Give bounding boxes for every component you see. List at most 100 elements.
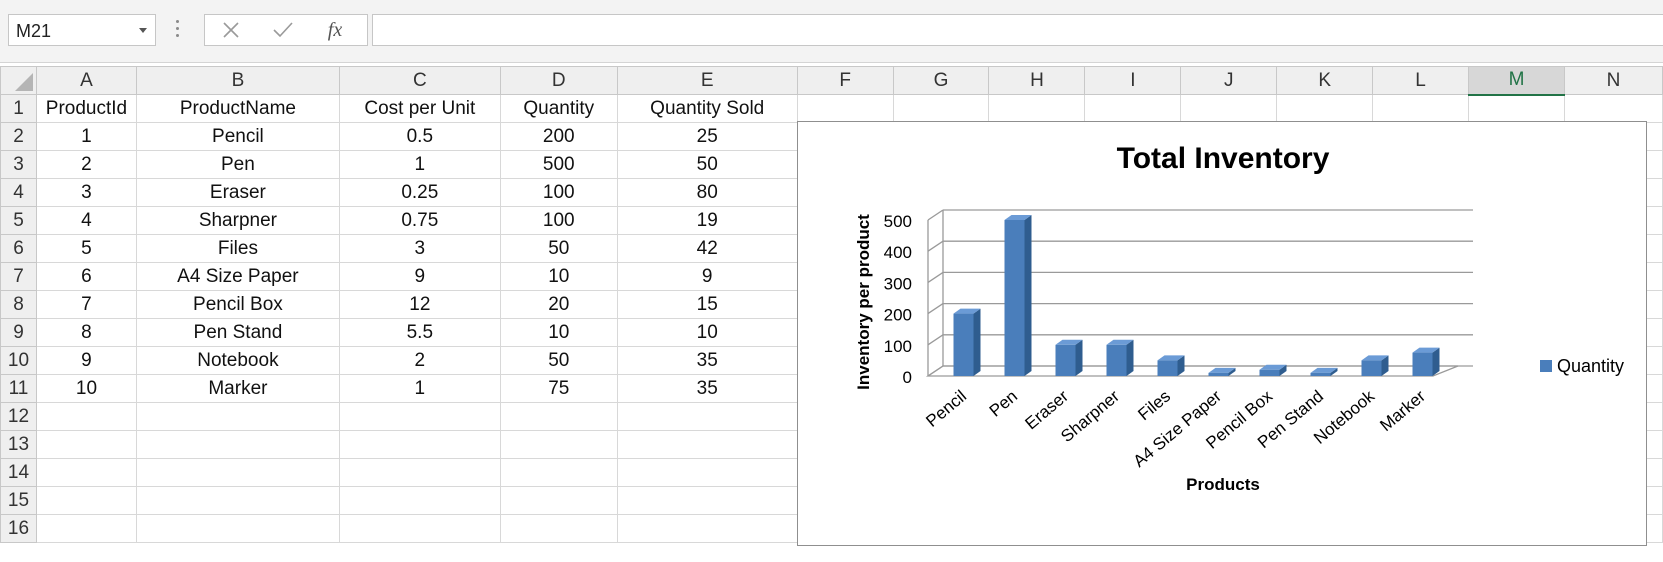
cell-e6[interactable]: 42 [616, 234, 798, 263]
cell-d12[interactable] [499, 402, 618, 431]
cell-e8[interactable]: 15 [616, 290, 798, 319]
cell-a16[interactable] [35, 514, 137, 543]
row-header[interactable]: 1 [0, 94, 37, 123]
cell-a1[interactable]: ProductId [35, 94, 137, 123]
cell-c7[interactable]: 9 [338, 262, 501, 291]
column-header-c[interactable]: C [338, 66, 501, 95]
cell-d11[interactable]: 75 [499, 374, 618, 403]
cell-d3[interactable]: 500 [499, 150, 618, 179]
cell-e7[interactable]: 9 [616, 262, 798, 291]
cell-d7[interactable]: 10 [499, 262, 618, 291]
row-header[interactable]: 3 [0, 150, 37, 179]
cell-n1[interactable] [1563, 94, 1663, 123]
cell-b10[interactable]: Notebook [135, 346, 340, 375]
cell-e2[interactable]: 25 [616, 122, 798, 151]
cancel-icon[interactable] [211, 17, 251, 43]
cell-b9[interactable]: Pen Stand [135, 318, 340, 347]
cell-d8[interactable]: 20 [499, 290, 618, 319]
cell-c8[interactable]: 12 [338, 290, 501, 319]
cell-d2[interactable]: 200 [499, 122, 618, 151]
cell-d10[interactable]: 50 [499, 346, 618, 375]
column-header-d[interactable]: D [499, 66, 618, 95]
column-header-j[interactable]: J [1180, 66, 1278, 95]
cell-c14[interactable] [338, 458, 501, 487]
cell-b2[interactable]: Pencil [135, 122, 340, 151]
inventory-chart[interactable]: Total Inventory 0 100 200 300 400 500 Pencil Pen… [797, 121, 1647, 546]
cell-e14[interactable] [616, 458, 798, 487]
cell-e10[interactable]: 35 [616, 346, 798, 375]
column-header-e[interactable]: E [616, 66, 798, 95]
cell-c3[interactable]: 1 [338, 150, 501, 179]
cell-d14[interactable] [499, 458, 618, 487]
row-header[interactable]: 11 [0, 374, 37, 403]
column-header-g[interactable]: G [892, 66, 990, 95]
cell-f1[interactable] [796, 94, 894, 123]
cell-a7[interactable]: 6 [35, 262, 137, 291]
column-header-a[interactable]: A [35, 66, 137, 95]
cell-b1[interactable]: ProductName [135, 94, 340, 123]
cell-e1[interactable]: Quantity Sold [616, 94, 798, 123]
cell-b3[interactable]: Pen [135, 150, 340, 179]
cell-c11[interactable]: 1 [338, 374, 501, 403]
insert-function-icon[interactable]: fx [315, 17, 355, 43]
cell-b16[interactable] [135, 514, 340, 543]
more-options-icon[interactable] [176, 20, 180, 40]
cell-b8[interactable]: Pencil Box [135, 290, 340, 319]
cell-d6[interactable]: 50 [499, 234, 618, 263]
cell-a11[interactable]: 10 [35, 374, 137, 403]
column-header-i[interactable]: I [1084, 66, 1182, 95]
cell-d4[interactable]: 100 [499, 178, 618, 207]
row-header[interactable]: 12 [0, 402, 37, 431]
cell-b11[interactable]: Marker [135, 374, 340, 403]
cell-a5[interactable]: 4 [35, 206, 137, 235]
chevron-down-icon[interactable] [139, 28, 147, 33]
row-header[interactable]: 9 [0, 318, 37, 347]
select-all-corner[interactable] [0, 66, 37, 95]
cell-d13[interactable] [499, 430, 618, 459]
column-header-m[interactable]: M [1468, 66, 1565, 96]
row-header[interactable]: 13 [0, 430, 37, 459]
cell-a6[interactable]: 5 [35, 234, 137, 263]
column-header-b[interactable]: B [135, 66, 340, 95]
row-header[interactable]: 4 [0, 178, 37, 207]
cell-a14[interactable] [35, 458, 137, 487]
row-header[interactable]: 7 [0, 262, 37, 291]
cell-c10[interactable]: 2 [338, 346, 501, 375]
column-header-n[interactable]: N [1563, 66, 1663, 95]
cell-j1[interactable] [1180, 94, 1278, 123]
cell-e11[interactable]: 35 [616, 374, 798, 403]
cell-e12[interactable] [616, 402, 798, 431]
row-header[interactable]: 14 [0, 458, 37, 487]
cell-k1[interactable] [1276, 94, 1374, 123]
formula-input[interactable] [372, 14, 1663, 46]
name-box[interactable]: M21 [8, 14, 156, 46]
row-header[interactable]: 10 [0, 346, 37, 375]
column-header-f[interactable]: F [796, 66, 894, 95]
cell-b6[interactable]: Files [135, 234, 340, 263]
cell-b4[interactable]: Eraser [135, 178, 340, 207]
cell-b14[interactable] [135, 458, 340, 487]
cell-e4[interactable]: 80 [616, 178, 798, 207]
cell-a8[interactable]: 7 [35, 290, 137, 319]
row-header[interactable]: 5 [0, 206, 37, 235]
cell-a4[interactable]: 3 [35, 178, 137, 207]
row-header[interactable]: 16 [0, 514, 37, 543]
cell-d15[interactable] [499, 486, 618, 515]
column-header-h[interactable]: H [988, 66, 1086, 95]
cell-c9[interactable]: 5.5 [338, 318, 501, 347]
cell-a12[interactable] [35, 402, 137, 431]
cell-c2[interactable]: 0.5 [338, 122, 501, 151]
cell-d5[interactable]: 100 [499, 206, 618, 235]
cell-d9[interactable]: 10 [499, 318, 618, 347]
cell-b15[interactable] [135, 486, 340, 515]
cell-a9[interactable]: 8 [35, 318, 137, 347]
cell-b13[interactable] [135, 430, 340, 459]
cell-c12[interactable] [338, 402, 501, 431]
cell-a2[interactable]: 1 [35, 122, 137, 151]
cell-a3[interactable]: 2 [35, 150, 137, 179]
cell-e15[interactable] [616, 486, 798, 515]
cell-a13[interactable] [35, 430, 137, 459]
cell-c15[interactable] [338, 486, 501, 515]
cell-a15[interactable] [35, 486, 137, 515]
row-header[interactable]: 8 [0, 290, 37, 319]
